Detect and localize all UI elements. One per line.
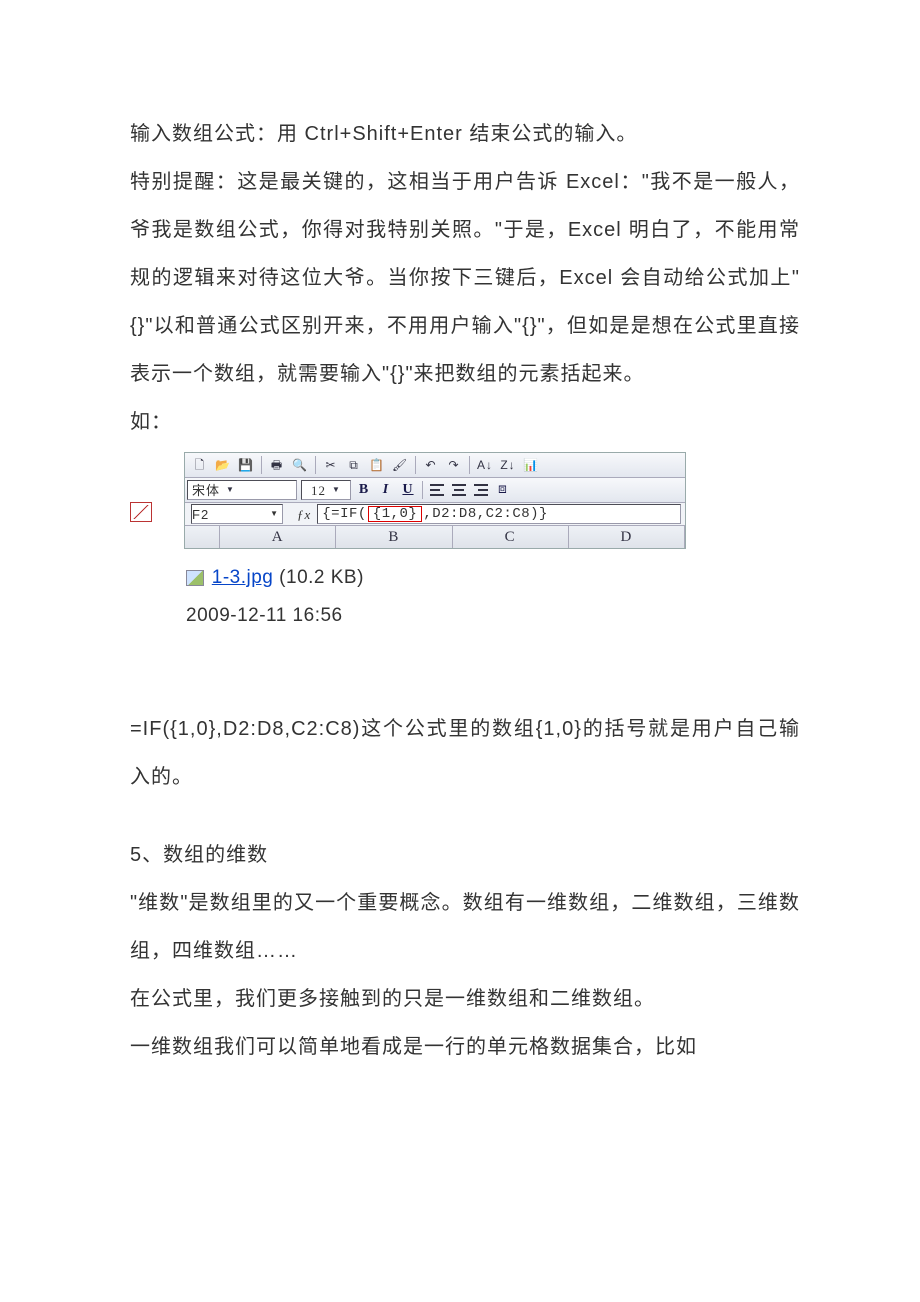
underline-button[interactable]: U: [397, 480, 419, 500]
formula-text: {=IF(: [322, 507, 367, 521]
formula-text: ,D2:D8,C2:C8)}: [423, 507, 548, 521]
font-name-value: 宋体: [192, 484, 220, 497]
name-box-value: F2: [192, 508, 209, 521]
formatting-toolbar: 宋体 ▼ 12 ▼ B I U ⧈: [185, 478, 685, 503]
paragraph: 特别提醒：这是最关键的，这相当于用户告诉 Excel："我不是一般人，爷我是数组…: [130, 158, 800, 398]
chart-icon[interactable]: 📊: [520, 455, 542, 475]
save-icon[interactable]: 💾: [235, 455, 257, 475]
paragraph: "维数"是数组里的又一个重要概念。数组有一维数组，二维数组，三维数组，四维数组……: [130, 879, 800, 975]
formula-highlight-box: {1,0}: [368, 506, 423, 522]
column-header[interactable]: C: [453, 526, 569, 548]
open-icon[interactable]: 📂: [212, 455, 234, 475]
preview-icon[interactable]: 🔍: [289, 455, 311, 475]
column-header[interactable]: D: [569, 526, 685, 548]
cut-icon[interactable]: ✂: [320, 455, 342, 475]
attachment-line: 1-3.jpg (10.2 KB): [186, 559, 800, 597]
heading: 5、数组的维数: [130, 831, 800, 879]
column-header[interactable]: B: [336, 526, 452, 548]
select-all-corner[interactable]: [185, 526, 220, 548]
align-center-button[interactable]: [448, 480, 470, 500]
bold-button[interactable]: B: [353, 480, 375, 500]
sort-desc-icon[interactable]: Z↓: [497, 455, 519, 475]
font-size-value: 12: [311, 484, 326, 497]
paragraph: 如：: [130, 398, 800, 446]
copy-icon[interactable]: ⧉: [343, 455, 365, 475]
broken-image-icon: [130, 502, 152, 522]
paste-icon[interactable]: 📋: [366, 455, 388, 475]
sort-asc-icon[interactable]: A↓: [474, 455, 496, 475]
formula-bar: F2 ▼ ƒx {=IF( {1,0} ,D2:D8,C2:C8)}: [185, 503, 685, 526]
attachment-link[interactable]: 1-3.jpg: [212, 567, 274, 588]
image-file-icon: [186, 570, 204, 586]
font-name-combo[interactable]: 宋体 ▼: [187, 480, 297, 500]
undo-icon[interactable]: ↶: [420, 455, 442, 475]
formula-content[interactable]: {=IF( {1,0} ,D2:D8,C2:C8)}: [317, 504, 681, 524]
paragraph: 在公式里，我们更多接触到的只是一维数组和二维数组。: [130, 975, 800, 1023]
align-right-button[interactable]: [470, 480, 492, 500]
fx-icon[interactable]: ƒx: [287, 508, 317, 521]
name-box[interactable]: F2 ▼: [191, 504, 283, 524]
merge-button[interactable]: ⧈: [492, 480, 514, 500]
chevron-down-icon: ▼: [332, 486, 341, 494]
chevron-down-icon: ▼: [226, 486, 235, 494]
excel-screenshot: 🗋 📂 💾 🖶 🔍 ✂ ⧉ 📋 🖌 ↶ ↷: [184, 452, 686, 549]
attachment-size: (10.2 KB): [279, 567, 364, 588]
new-icon[interactable]: 🗋: [189, 455, 211, 475]
italic-button[interactable]: I: [375, 480, 397, 500]
standard-toolbar: 🗋 📂 💾 🖶 🔍 ✂ ⧉ 📋 🖌 ↶ ↷: [185, 453, 685, 478]
align-left-button[interactable]: [426, 480, 448, 500]
column-header[interactable]: A: [220, 526, 336, 548]
paragraph: 输入数组公式：用 Ctrl+Shift+Enter 结束公式的输入。: [130, 110, 800, 158]
paragraph: =IF({1,0},D2:D8,C2:C8)这个公式里的数组{1,0}的括号就是…: [130, 705, 800, 801]
print-icon[interactable]: 🖶: [266, 455, 288, 475]
document-page: 输入数组公式：用 Ctrl+Shift+Enter 结束公式的输入。 特别提醒：…: [0, 0, 920, 1151]
attachment-timestamp: 2009-12-11 16:56: [186, 597, 800, 635]
chevron-down-icon: ▼: [270, 510, 282, 518]
format-painter-icon[interactable]: 🖌: [389, 455, 411, 475]
paragraph: 一维数组我们可以简单地看成是一行的单元格数据集合，比如: [130, 1023, 800, 1071]
redo-icon[interactable]: ↷: [443, 455, 465, 475]
column-header-row: A B C D: [185, 526, 685, 548]
font-size-combo[interactable]: 12 ▼: [301, 480, 351, 500]
